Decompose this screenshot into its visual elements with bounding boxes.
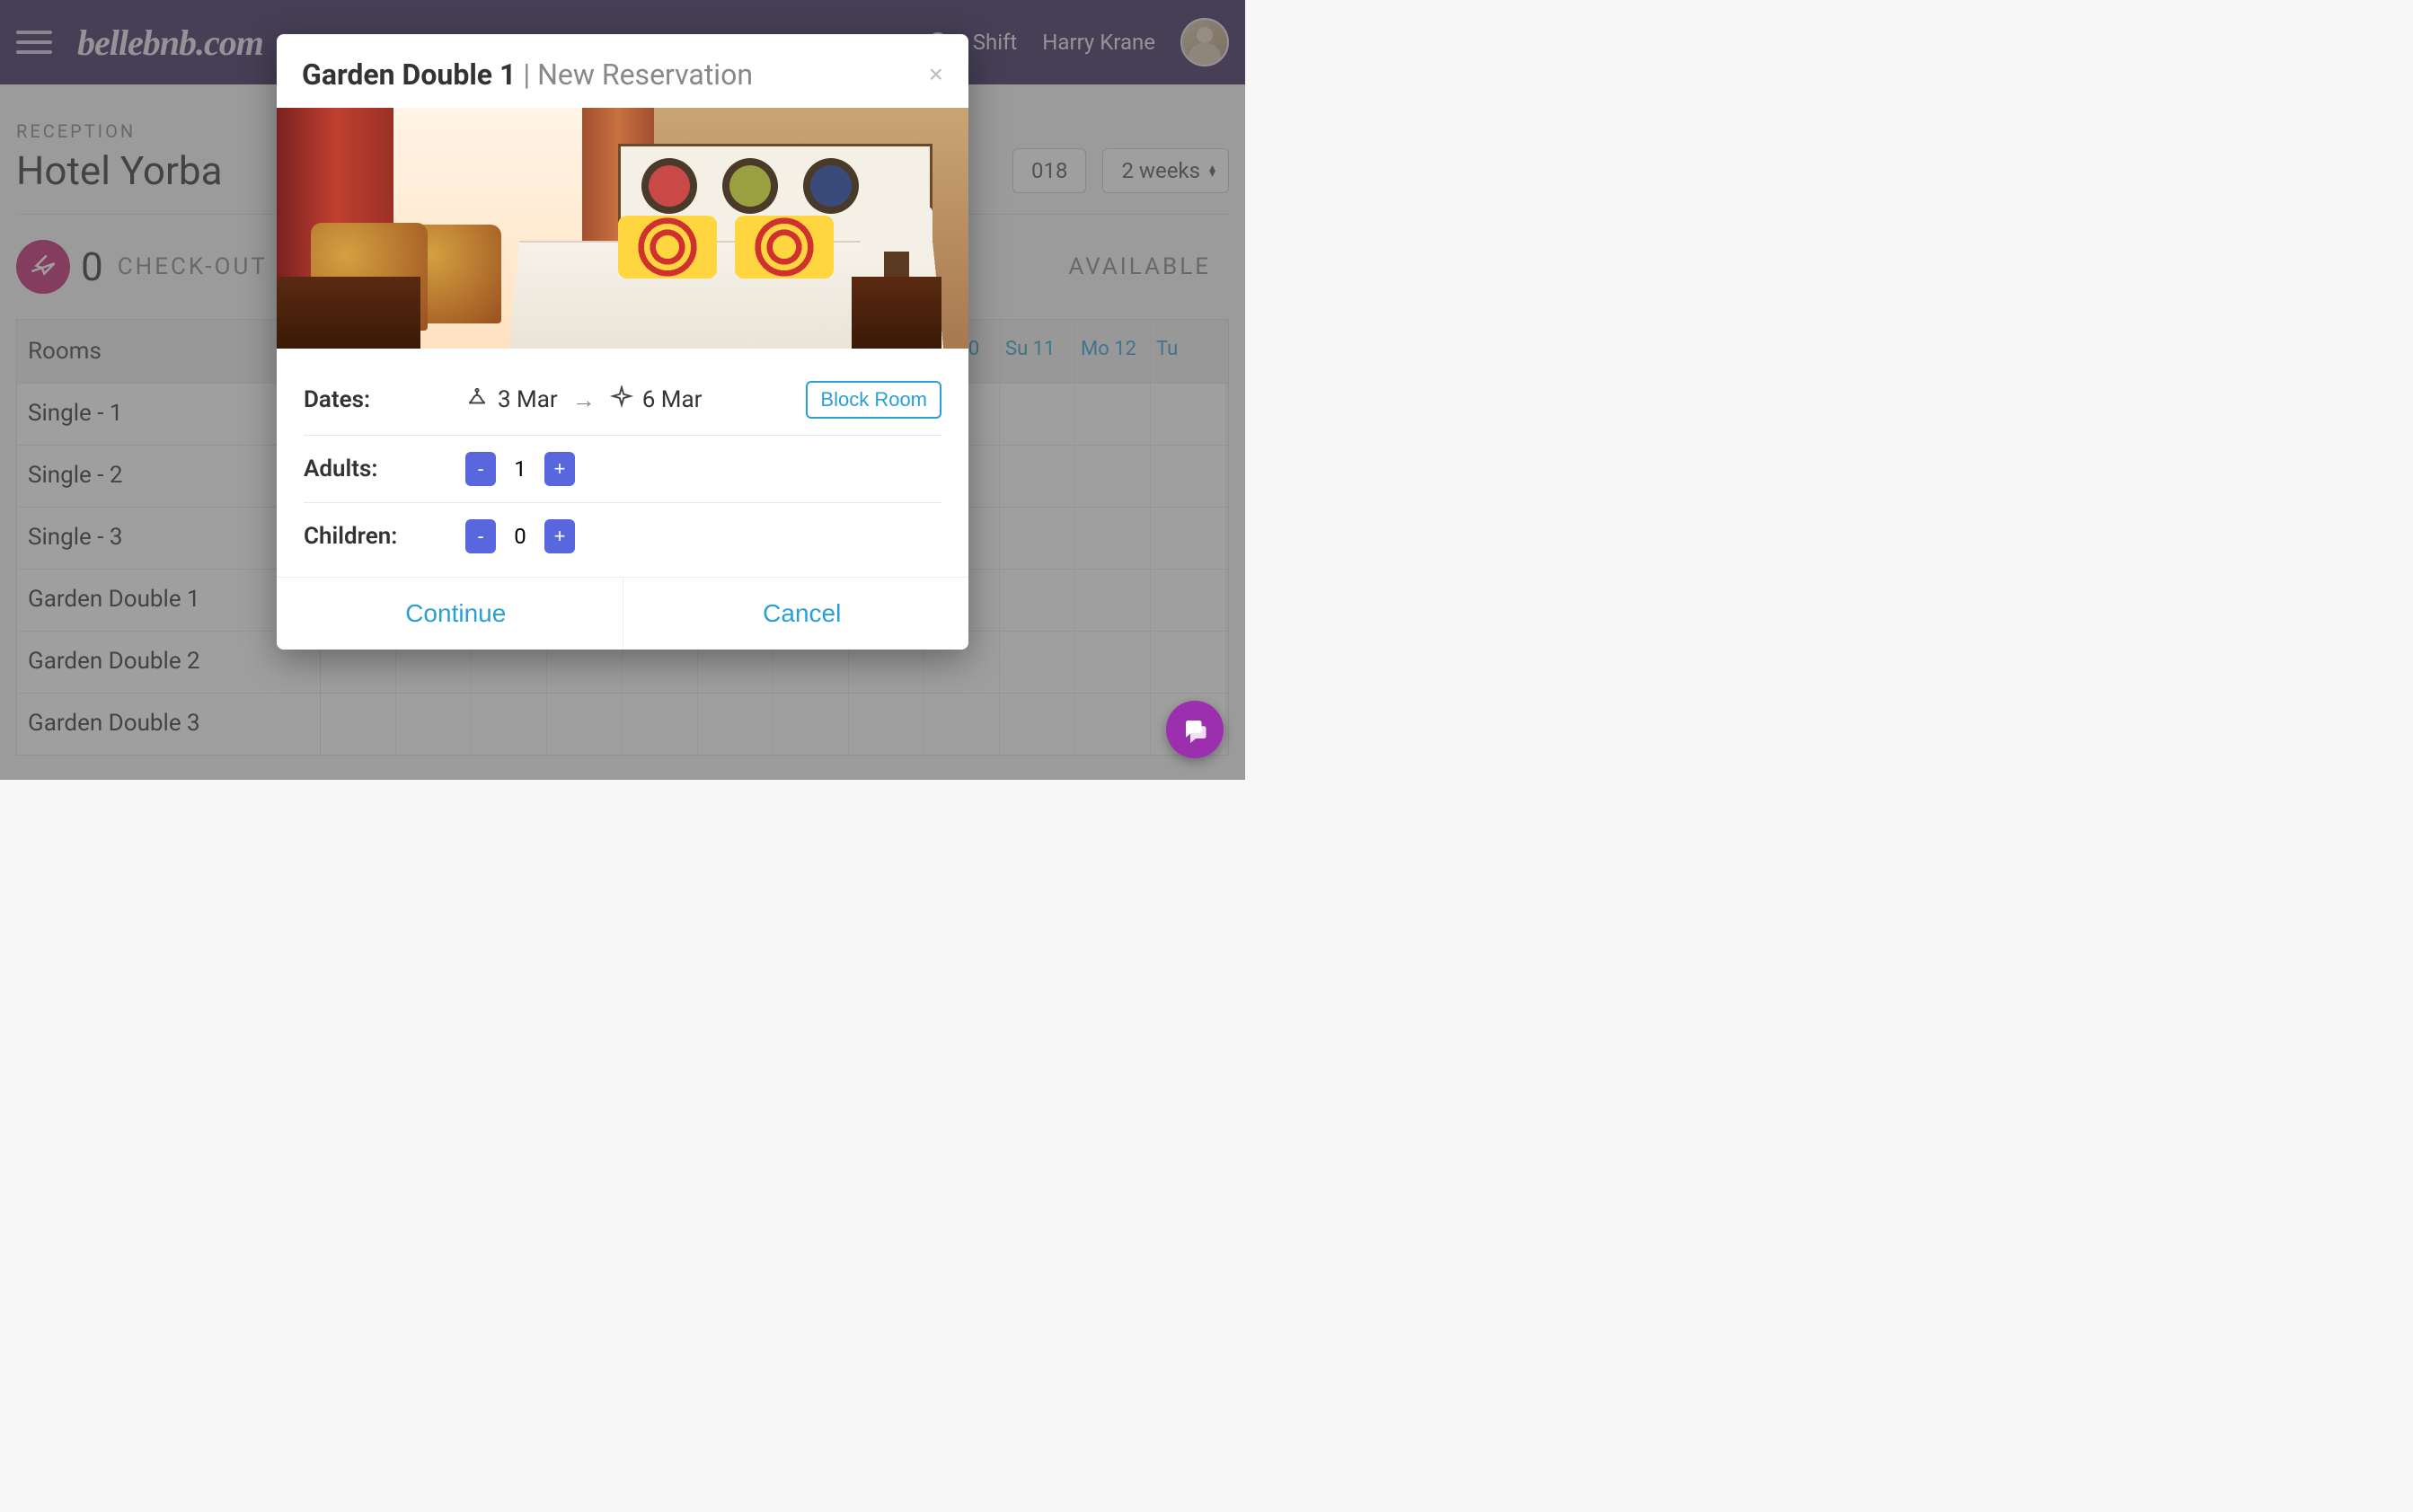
children-label: Children: bbox=[304, 523, 465, 550]
adults-plus-button[interactable]: + bbox=[544, 452, 575, 486]
cancel-button[interactable]: Cancel bbox=[623, 578, 969, 650]
block-room-button[interactable]: Block Room bbox=[806, 381, 941, 419]
children-minus-button[interactable]: - bbox=[465, 519, 496, 553]
children-value: 0 bbox=[496, 524, 544, 549]
dates-label: Dates: bbox=[304, 386, 465, 413]
adults-minus-button[interactable]: - bbox=[465, 452, 496, 486]
room-image bbox=[277, 108, 968, 349]
checkout-date: 6 Mar bbox=[642, 386, 703, 413]
modal-subtitle: New Reservation bbox=[537, 57, 753, 92]
plane-icon bbox=[610, 385, 633, 415]
continue-button[interactable]: Continue bbox=[277, 578, 623, 650]
children-plus-button[interactable]: + bbox=[544, 519, 575, 553]
continue-label: Continue bbox=[405, 599, 506, 628]
arrow-right-icon: → bbox=[572, 386, 596, 414]
cancel-label: Cancel bbox=[763, 599, 841, 628]
adults-value: 1 bbox=[496, 456, 544, 482]
modal-room-name: Garden Double 1 bbox=[302, 57, 516, 92]
new-reservation-modal: Garden Double 1 | New Reservation × Date… bbox=[277, 34, 968, 650]
adults-stepper: - 1 + bbox=[465, 452, 575, 486]
bell-icon bbox=[465, 385, 489, 415]
close-icon[interactable]: × bbox=[929, 60, 943, 89]
modal-title: Garden Double 1 | New Reservation bbox=[302, 57, 753, 92]
chat-fab[interactable] bbox=[1166, 701, 1224, 758]
adults-label: Adults: bbox=[304, 455, 465, 482]
checkin-date: 3 Mar bbox=[498, 386, 558, 413]
children-stepper: - 0 + bbox=[465, 519, 575, 553]
